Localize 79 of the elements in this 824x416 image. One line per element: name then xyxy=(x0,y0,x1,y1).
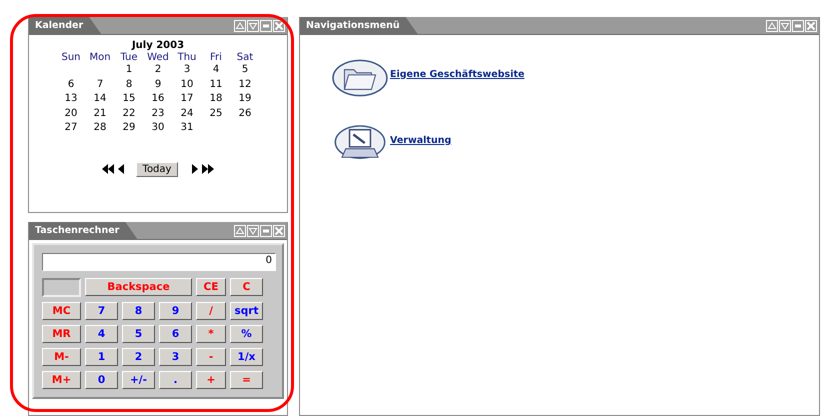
calculator-key[interactable]: 2 xyxy=(122,348,155,366)
calculator-key[interactable]: 4 xyxy=(85,325,118,343)
day-number[interactable]: 7 xyxy=(86,78,114,92)
minimize-icon[interactable] xyxy=(260,224,272,236)
panel-title: Taschenrechner xyxy=(29,222,138,239)
expand-down-icon[interactable] xyxy=(247,20,259,32)
weekday-label: Sat xyxy=(236,52,254,63)
close-icon[interactable] xyxy=(273,224,285,236)
calculator-key[interactable]: 7 xyxy=(85,302,118,320)
day-number[interactable]: 9 xyxy=(144,78,172,92)
calculator-key[interactable]: 8 xyxy=(122,302,155,320)
calculator-key[interactable]: % xyxy=(230,325,263,343)
day-number[interactable]: 13 xyxy=(56,93,86,106)
day-number[interactable]: 16 xyxy=(144,93,172,106)
day-number[interactable]: 20 xyxy=(56,108,86,121)
day-number[interactable]: 26 xyxy=(230,108,260,121)
month-title: July 2003 xyxy=(132,40,184,51)
previous-year-icon[interactable] xyxy=(102,164,114,174)
panel-title: Navigationsmenü xyxy=(300,17,418,34)
collapse-up-icon[interactable] xyxy=(234,20,246,32)
day-number[interactable]: 31 xyxy=(172,122,202,136)
day-number[interactable]: 4 xyxy=(202,64,230,78)
day-number[interactable]: 1 xyxy=(114,64,144,78)
day-number[interactable]: 27 xyxy=(56,122,86,136)
calculator-key[interactable]: 3 xyxy=(159,348,192,366)
calculator-key[interactable]: 1/x xyxy=(230,348,263,366)
minimize-icon[interactable] xyxy=(260,20,272,32)
navigation-link[interactable]: Verwaltung xyxy=(390,134,452,146)
collapse-up-icon[interactable] xyxy=(234,224,246,236)
navigation-link[interactable]: Eigene Geschäftswebsite xyxy=(390,68,524,80)
day-number[interactable]: 2 xyxy=(144,64,172,78)
day-number[interactable]: 3 xyxy=(172,64,202,78)
day-number[interactable]: 23 xyxy=(144,108,172,121)
minimize-icon[interactable] xyxy=(792,20,804,32)
day-number[interactable]: 28 xyxy=(86,122,114,136)
display-field: 0 xyxy=(42,253,276,271)
calculator-key[interactable]: sqrt xyxy=(230,302,263,320)
day-number[interactable]: 30 xyxy=(144,122,172,136)
day-number[interactable]: 18 xyxy=(202,93,230,106)
day-number[interactable]: 17 xyxy=(172,93,202,106)
calculator-key[interactable]: 1 xyxy=(85,348,118,366)
calculator-key[interactable]: 9 xyxy=(159,302,192,320)
today-button[interactable]: Today xyxy=(136,162,178,176)
day-number[interactable]: 21 xyxy=(86,108,114,121)
close-icon[interactable] xyxy=(273,20,285,32)
weekday-label: Wed xyxy=(146,52,170,63)
previous-month-icon[interactable] xyxy=(118,164,124,174)
day-number[interactable]: 15 xyxy=(114,93,144,106)
weekday-label: Mon xyxy=(88,52,112,63)
memory-indicator xyxy=(42,278,81,297)
calculator-key[interactable]: 6 xyxy=(159,325,192,343)
weekday-label: Fri xyxy=(209,52,223,63)
day-number[interactable]: 25 xyxy=(202,108,230,121)
day-number[interactable]: 8 xyxy=(114,78,144,92)
calculator-key[interactable]: . xyxy=(159,371,192,389)
next-year-icon[interactable] xyxy=(202,164,214,174)
expand-down-icon[interactable] xyxy=(247,224,259,236)
calculator-key[interactable]: 5 xyxy=(122,325,155,343)
folder-icon[interactable] xyxy=(332,59,388,97)
panel-title: Kalender xyxy=(29,17,102,34)
next-month-icon[interactable] xyxy=(192,164,198,174)
weekday-label: Tue xyxy=(119,52,139,63)
day-number[interactable]: 29 xyxy=(114,122,144,136)
weekday-label: Sun xyxy=(60,52,82,63)
day-number[interactable]: 5 xyxy=(230,64,260,78)
day-number[interactable]: 6 xyxy=(56,78,86,92)
close-icon[interactable] xyxy=(805,20,817,32)
day-number[interactable]: 24 xyxy=(172,108,202,121)
day-number[interactable]: 11 xyxy=(202,78,230,92)
weekday-label: Thu xyxy=(176,52,198,63)
day-number[interactable]: 12 xyxy=(230,78,260,92)
day-number[interactable]: 14 xyxy=(86,93,114,106)
calculator-key[interactable]: 0 xyxy=(85,371,118,389)
day-number[interactable]: 10 xyxy=(172,78,202,92)
expand-down-icon[interactable] xyxy=(779,20,791,32)
day-number[interactable]: 19 xyxy=(230,93,260,106)
collapse-up-icon[interactable] xyxy=(766,20,778,32)
calculator-key[interactable]: +/- xyxy=(122,371,155,389)
day-number[interactable]: 22 xyxy=(114,108,144,121)
